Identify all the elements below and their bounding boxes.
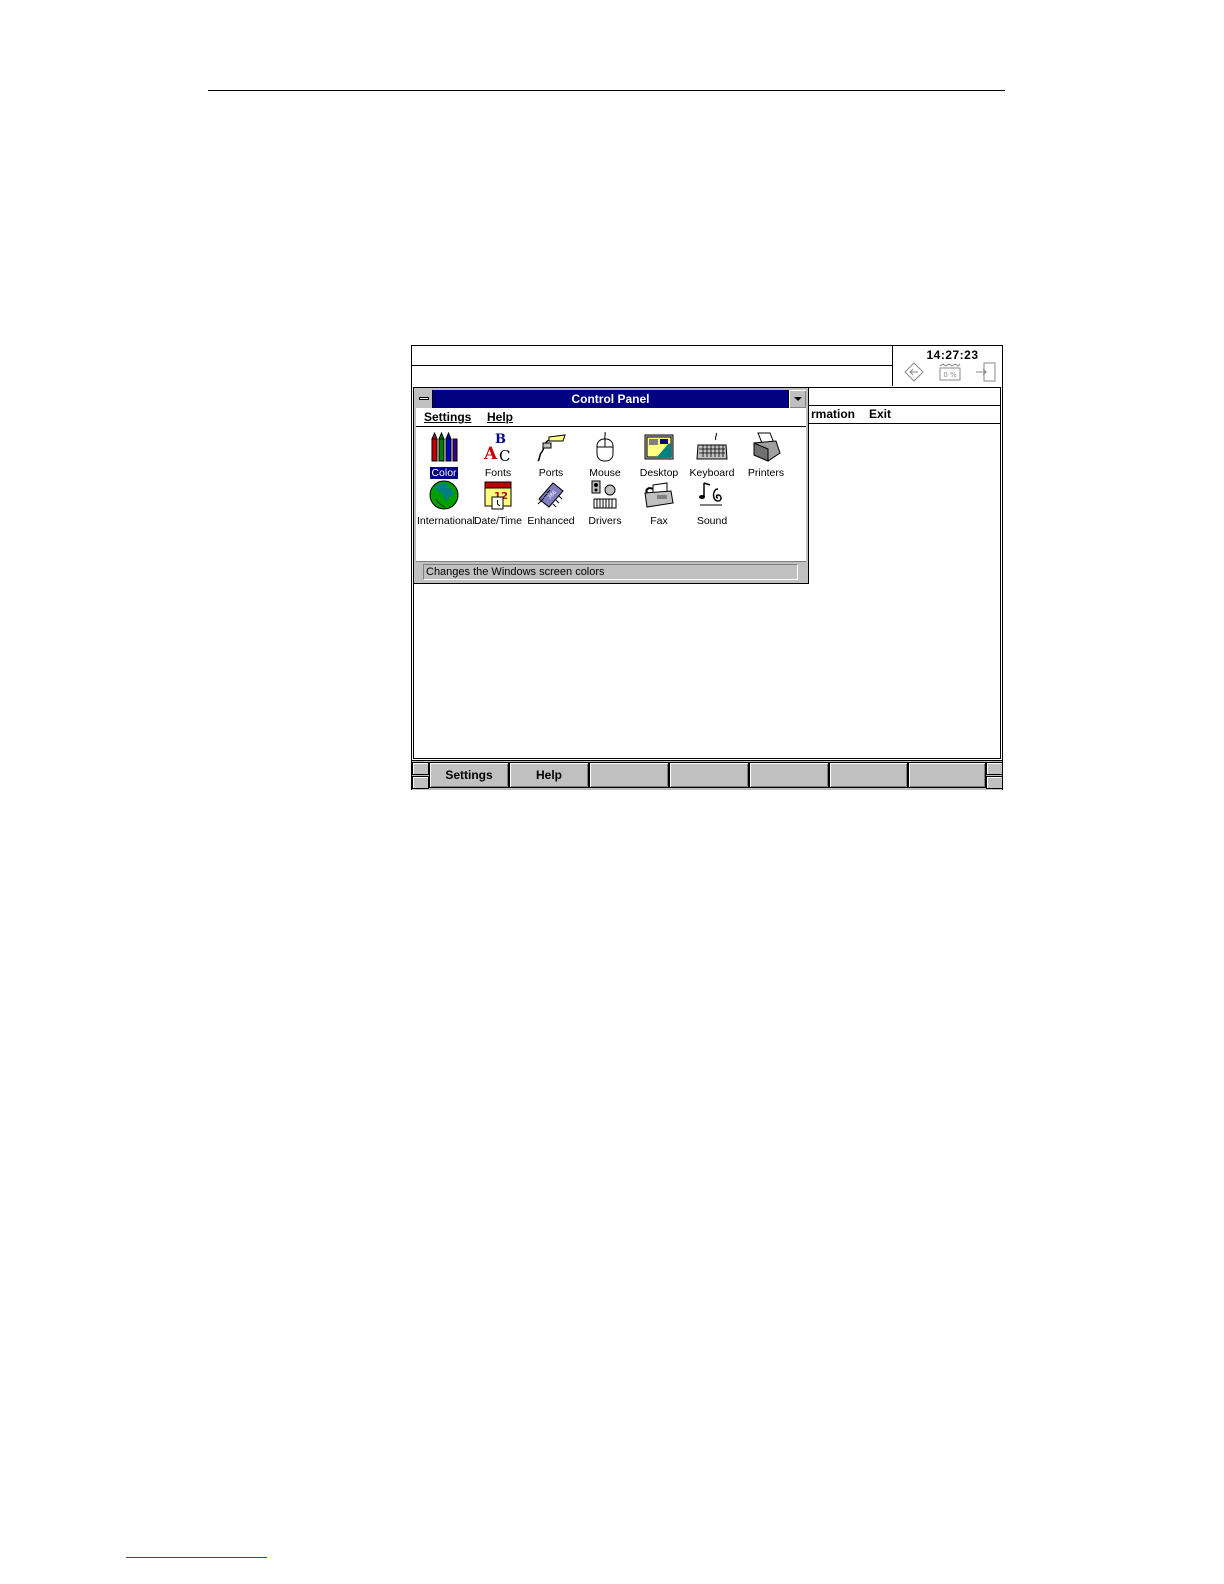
minimize-button[interactable] [788,390,806,408]
mouse-icon [596,431,614,462]
window-title: Control Panel [571,392,650,406]
bar-button-help[interactable]: Help [509,762,589,788]
menu-settings[interactable]: Settings [424,410,471,424]
printers-icon [753,432,781,462]
menu-exit[interactable]: Exit [869,407,891,421]
bar-button-empty-4[interactable] [829,762,908,788]
calendar-icon: 12 [484,481,512,510]
applet-label-mouse: Mouse [589,467,621,479]
page-header-rule [208,90,1005,91]
bar-right-top-stub [986,762,1003,775]
applet-label-desktop: Desktop [639,467,679,479]
fax-icon [644,482,674,508]
control-panel-titlebar: Control Panel [416,390,806,408]
clock-time: 14:27:23 [926,348,979,362]
drivers-icon [591,480,617,509]
footnote-rule [126,1557,267,1558]
applet-mouse[interactable]: Mouse [577,431,633,481]
applet-label-drivers: Drivers [588,515,622,527]
memory-gauge-icon: 0 % [939,362,961,382]
control-panel-window: Control Panel Settings Help Color B A C … [413,387,809,584]
applet-label-sound: Sound [696,515,728,527]
sound-icon [699,482,722,506]
exit-door-icon[interactable] [975,362,997,382]
applet-sound[interactable]: Sound [684,479,740,529]
control-panel-menubar: Settings Help [416,408,806,427]
bar-button-settings[interactable]: Settings [429,762,509,788]
bottom-button-bar: Settings Help [412,760,1003,790]
svg-text:C: C [499,447,510,463]
applet-label-enhanced: Enhanced [527,515,575,527]
applet-printers[interactable]: Printers [738,431,794,481]
applet-drivers[interactable]: Drivers [577,479,633,529]
bar-left-bottom-stub [412,776,429,789]
applet-label-printers: Printers [747,467,785,479]
applet-fonts[interactable]: B A C Fonts [470,431,526,481]
menu-information[interactable]: rmation [811,407,855,421]
applet-keyboard[interactable]: Keyboard [684,431,740,481]
top-bar-divider [412,365,892,366]
applet-ports[interactable]: Ports [523,431,579,481]
fonts-icon: B A C [483,432,510,463]
applet-label-international: International [417,515,475,527]
applet-color[interactable]: Color [416,431,472,481]
applet-international[interactable]: International [416,479,475,529]
status-text: Changes the Windows screen colors [423,564,798,580]
arrow-diamond-icon[interactable] [903,362,925,382]
bar-left-top-stub [412,762,429,775]
system-menu-icon [419,397,429,400]
keyboard-icon [696,432,728,460]
applet-fax[interactable]: Fax [631,479,687,529]
control-panel-icon-area: Color B A C Fonts Ports Mouse Desktop Ke… [416,427,806,561]
applet-label-keyboard: Keyboard [689,467,735,479]
applet-label-fonts: Fonts [484,467,512,479]
minimize-arrow-icon [794,397,802,401]
applet-label-fax: Fax [650,515,668,527]
system-menu-button[interactable] [416,390,433,408]
chip-icon: 386 [537,482,564,508]
globe-icon [429,480,459,510]
svg-text:A: A [483,444,498,463]
applet-label-datetime: Date/Time [473,515,523,527]
clock-box: 14:27:23 0 % [893,346,1002,386]
desktop-icon [644,434,674,460]
status-bar: Changes the Windows screen colors [416,561,806,581]
applet-datetime[interactable]: 12 Date/Time [470,479,526,529]
applet-label-color: Color [430,467,458,479]
applet-enhanced[interactable]: 386 Enhanced [523,479,579,529]
ports-icon [537,434,566,462]
top-bar [412,346,893,386]
applet-label-ports: Ports [538,467,564,479]
color-icon [431,431,458,462]
applet-desktop[interactable]: Desktop [631,431,687,481]
bar-button-empty-1[interactable] [589,762,669,788]
bar-right-bottom-stub [986,776,1003,789]
menu-help[interactable]: Help [487,410,513,424]
bar-button-empty-3[interactable] [749,762,829,788]
bar-button-empty-2[interactable] [669,762,749,788]
bar-button-empty-5[interactable] [908,762,986,788]
gauge-text: 0 % [943,371,957,379]
